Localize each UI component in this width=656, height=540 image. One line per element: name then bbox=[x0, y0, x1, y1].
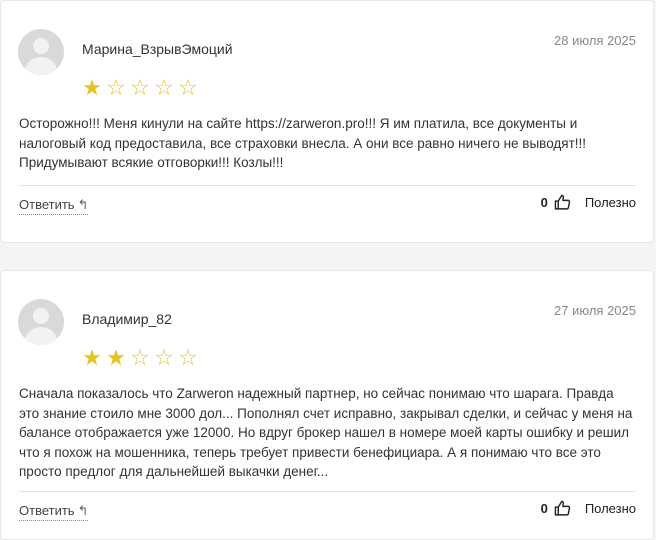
avatar bbox=[18, 29, 64, 75]
review-date: 27 июля 2025 bbox=[554, 303, 636, 318]
star-empty-icon: ☆ bbox=[130, 75, 150, 100]
rating-stars: ★ ☆ ☆ ☆ ☆ bbox=[81, 77, 199, 99]
vote-block: 0 Полезно bbox=[541, 194, 636, 211]
avatar-head-icon bbox=[33, 308, 49, 324]
star-filled-icon: ★ bbox=[82, 345, 102, 370]
review-author: Владимир_82 bbox=[82, 311, 172, 327]
star-filled-icon: ★ bbox=[106, 345, 126, 370]
review-author: Марина_ВзрывЭмоций bbox=[82, 41, 233, 57]
review-text: Осторожно!!! Меня кинули на сайте https:… bbox=[19, 116, 587, 170]
divider bbox=[19, 185, 636, 186]
review-date: 28 июля 2025 bbox=[554, 33, 636, 48]
avatar-body-icon bbox=[25, 57, 57, 75]
reply-button[interactable]: Ответить ↰ bbox=[19, 503, 89, 521]
divider bbox=[19, 491, 636, 492]
star-empty-icon: ☆ bbox=[130, 345, 150, 370]
thumbs-up-icon[interactable] bbox=[554, 500, 571, 517]
star-empty-icon: ☆ bbox=[154, 345, 174, 370]
review-card: Владимир_82 27 июля 2025 ★ ★ ☆ ☆ ☆ Сначала п… bbox=[0, 270, 654, 540]
star-empty-icon: ☆ bbox=[106, 75, 126, 100]
avatar bbox=[18, 299, 64, 345]
reply-label: Ответить bbox=[19, 503, 75, 518]
star-empty-icon: ☆ bbox=[178, 345, 198, 370]
useful-button[interactable]: Полезно bbox=[585, 195, 636, 210]
review-card: Марина_ВзрывЭмоций 28 июля 2025 ★ ☆ ☆ ☆ ☆ Ос… bbox=[0, 0, 654, 243]
vote-block: 0 Полезно bbox=[541, 500, 636, 517]
reply-arrow-icon: ↰ bbox=[77, 503, 89, 518]
review-text: Сначала показалось что Zarweron надежный… bbox=[19, 386, 633, 479]
thumbs-up-icon[interactable] bbox=[554, 194, 571, 211]
useful-button[interactable]: Полезно bbox=[585, 501, 636, 516]
reply-button[interactable]: Ответить ↰ bbox=[19, 197, 89, 215]
reply-label: Ответить bbox=[19, 197, 75, 212]
star-filled-icon: ★ bbox=[82, 75, 102, 100]
avatar-head-icon bbox=[33, 38, 49, 54]
avatar-body-icon bbox=[25, 327, 57, 345]
reviews-list: Марина_ВзрывЭмоций 28 июля 2025 ★ ☆ ☆ ☆ ☆ Ос… bbox=[0, 0, 656, 540]
like-count: 0 bbox=[540, 195, 548, 210]
star-empty-icon: ☆ bbox=[178, 75, 198, 100]
rating-stars: ★ ★ ☆ ☆ ☆ bbox=[81, 347, 199, 369]
star-empty-icon: ☆ bbox=[154, 75, 174, 100]
like-count: 0 bbox=[540, 501, 548, 516]
reply-arrow-icon: ↰ bbox=[77, 197, 89, 212]
